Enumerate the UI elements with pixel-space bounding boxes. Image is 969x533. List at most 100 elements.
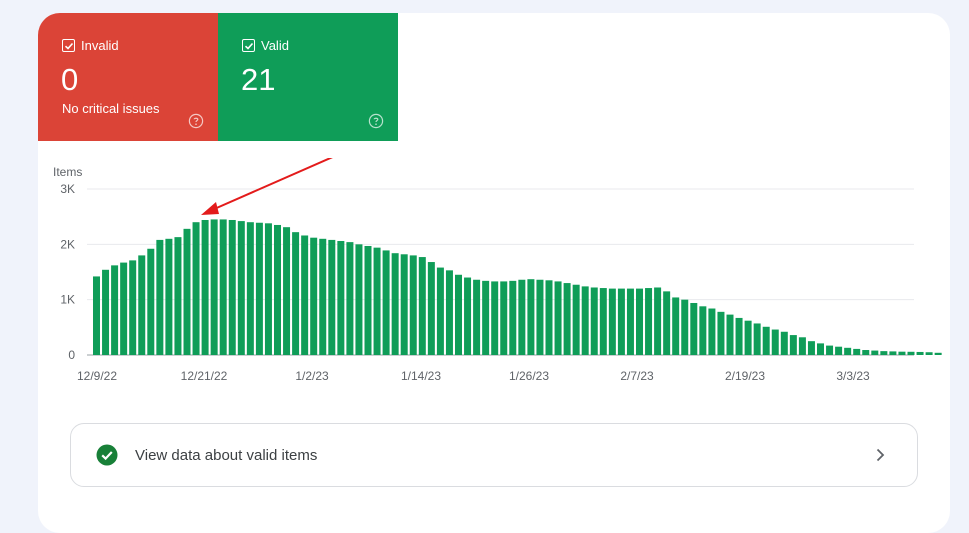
y-axis-label: Items xyxy=(53,165,82,179)
bar xyxy=(427,262,435,355)
bar xyxy=(210,219,218,355)
bar xyxy=(518,279,526,355)
bar xyxy=(400,254,408,355)
bar xyxy=(889,351,897,355)
x-tick-label: 2/7/23 xyxy=(620,369,654,383)
bar xyxy=(690,302,698,355)
bar xyxy=(111,265,119,355)
y-tick-label: 3K xyxy=(60,182,75,196)
bar xyxy=(853,348,861,355)
bar xyxy=(255,222,263,355)
bar xyxy=(283,227,291,355)
bar xyxy=(228,219,236,355)
bar xyxy=(310,237,318,355)
x-tick-label: 3/3/23 xyxy=(836,369,870,383)
bar xyxy=(319,238,327,355)
bar xyxy=(934,352,942,355)
valid-label: Valid xyxy=(261,38,289,53)
bar xyxy=(545,280,553,355)
y-tick-label: 2K xyxy=(60,237,75,251)
bar xyxy=(771,329,779,355)
x-tick-label: 2/19/23 xyxy=(725,369,765,383)
bar xyxy=(364,245,372,355)
view-valid-items-button[interactable]: View data about valid items xyxy=(70,423,918,487)
help-icon[interactable] xyxy=(188,113,204,129)
bar xyxy=(726,314,734,355)
bar xyxy=(409,255,417,355)
bar xyxy=(527,279,535,355)
bar xyxy=(274,224,281,355)
bar xyxy=(129,260,137,355)
bar xyxy=(120,262,128,355)
bar xyxy=(382,250,390,355)
invalid-subtitle: No critical issues xyxy=(62,101,160,116)
bars xyxy=(93,219,942,355)
bar xyxy=(183,228,191,355)
bar xyxy=(237,221,245,355)
chevron-right-icon xyxy=(876,448,885,462)
help-icon[interactable] xyxy=(368,113,384,129)
bar xyxy=(636,288,643,355)
bar xyxy=(554,281,562,355)
bar xyxy=(572,284,580,355)
bar xyxy=(798,337,806,355)
bar xyxy=(916,351,924,355)
items-chart-svg: Items 0 1K 2K 3K 12/9/22 12/21/22 1/2/23 1/14/… xyxy=(53,155,942,383)
bar xyxy=(147,248,155,355)
bar xyxy=(880,351,888,355)
view-valid-items-label: View data about valid items xyxy=(135,446,318,464)
bar xyxy=(292,232,300,355)
bar xyxy=(717,311,725,355)
bar xyxy=(762,326,770,355)
bar xyxy=(654,287,662,355)
x-ticks: 12/9/22 12/21/22 1/2/23 1/14/23 1/26/23 2/7/2… xyxy=(77,369,870,383)
checkbox-checked-icon[interactable] xyxy=(242,39,255,52)
bar xyxy=(328,239,336,355)
bar xyxy=(337,241,345,355)
bar xyxy=(681,299,689,355)
bar xyxy=(672,297,680,355)
y-ticks: 0 1K 2K 3K xyxy=(60,182,75,362)
bar xyxy=(246,222,254,355)
invalid-tile[interactable]: Invalid 0 No critical issues xyxy=(38,13,218,141)
bar xyxy=(301,235,309,355)
bar xyxy=(590,287,598,355)
bar xyxy=(563,283,571,355)
check-circle-icon xyxy=(96,444,118,466)
y-tick-label: 0 xyxy=(68,348,75,362)
bar xyxy=(536,279,544,355)
bar xyxy=(445,270,453,355)
bar xyxy=(464,277,472,355)
bar xyxy=(156,239,164,355)
bar xyxy=(663,291,671,355)
bar xyxy=(346,242,354,355)
bar xyxy=(165,238,173,355)
annotation-arrow xyxy=(201,155,336,215)
bar xyxy=(264,223,272,355)
invalid-header: Invalid xyxy=(62,38,119,53)
status-card: Invalid 0 No critical issues Valid 21 It… xyxy=(38,13,950,533)
bar xyxy=(826,345,834,355)
valid-tile[interactable]: Valid 21 xyxy=(218,13,398,141)
bar xyxy=(391,253,399,355)
bar xyxy=(898,351,906,355)
invalid-label: Invalid xyxy=(81,38,119,53)
bar xyxy=(862,350,870,355)
bar xyxy=(174,237,182,355)
valid-count: 21 xyxy=(241,62,276,97)
bar xyxy=(436,267,444,355)
bar xyxy=(201,219,209,355)
bar xyxy=(608,288,616,355)
bar xyxy=(735,317,743,355)
bar xyxy=(817,343,824,355)
checkbox-checked-icon[interactable] xyxy=(62,39,75,52)
bar xyxy=(509,280,517,355)
bar xyxy=(807,341,815,355)
bar xyxy=(102,269,110,355)
bar xyxy=(744,320,752,355)
bar xyxy=(93,276,100,355)
bar xyxy=(925,352,933,355)
bar xyxy=(491,281,499,355)
bar xyxy=(626,288,634,355)
bar xyxy=(789,335,797,355)
